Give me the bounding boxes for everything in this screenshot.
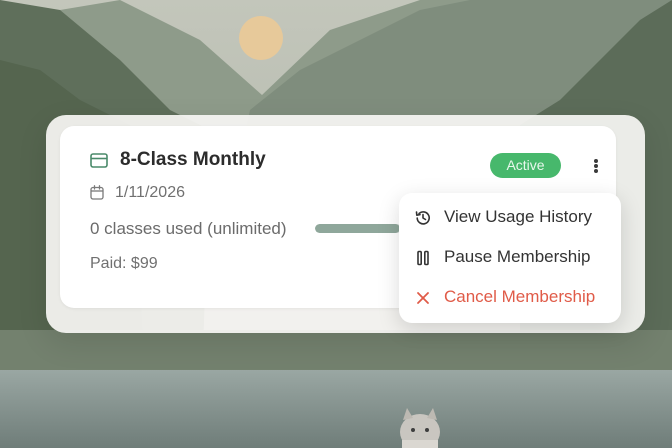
more-options-button[interactable] [584, 154, 608, 178]
membership-date: 1/11/2026 [115, 184, 185, 201]
history-icon [415, 211, 430, 225]
membership-actions-menu: View Usage History Pause Membership Canc… [399, 193, 621, 323]
plan-name: 8-Class Monthly [120, 149, 266, 170]
more-vertical-icon [594, 159, 598, 163]
pause-icon [417, 250, 429, 266]
sun-shape [239, 16, 283, 60]
usage-progress-fill [315, 224, 400, 233]
paid-amount: Paid: $99 [90, 255, 158, 272]
app-screen: 8-Class Monthly 1/11/2026 0 classes used… [0, 0, 672, 448]
close-icon [417, 292, 429, 304]
menu-item-view-usage-history[interactable]: View Usage History [399, 197, 621, 237]
cat-figure [400, 408, 440, 448]
menu-item-pause-membership[interactable]: Pause Membership [399, 237, 621, 277]
credit-card-icon [90, 153, 108, 168]
usage-text: 0 classes used (unlimited) [90, 219, 287, 238]
status-badge: Active [490, 153, 561, 178]
calendar-icon [90, 185, 104, 200]
menu-item-label: Pause Membership [444, 247, 591, 266]
menu-item-cancel-membership[interactable]: Cancel Membership [399, 277, 621, 317]
menu-item-label: View Usage History [444, 207, 593, 226]
menu-item-label: Cancel Membership [444, 287, 596, 306]
